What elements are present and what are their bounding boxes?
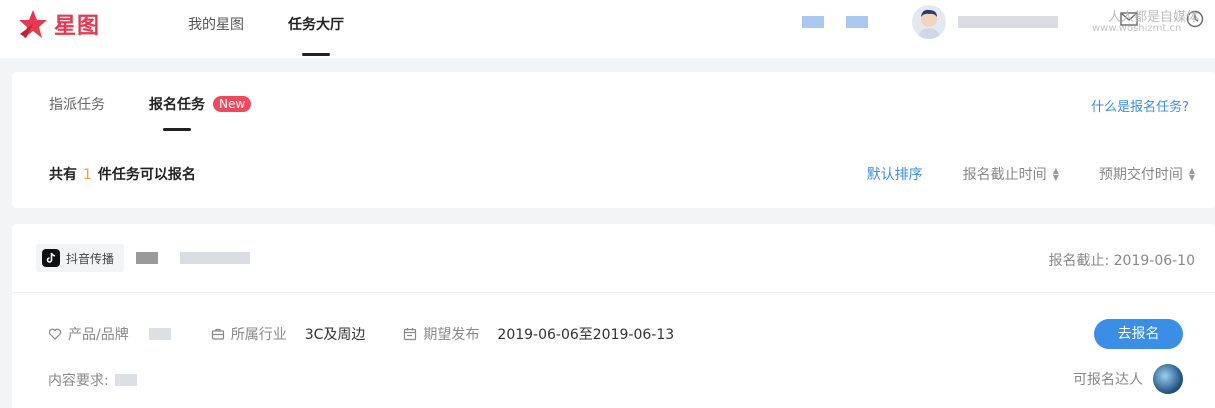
task-type-tabs: 指派任务 报名任务 New	[49, 94, 295, 131]
eligible-talents[interactable]: 可报名达人	[1073, 364, 1183, 394]
user-avatar-icon	[917, 9, 941, 39]
tab-assigned-tasks[interactable]: 指派任务	[49, 94, 105, 130]
sort-options: 默认排序 报名截止时间 ▲ ▼ 预期交付时间 ▲ ▼	[827, 164, 1195, 184]
product-brand-label: 产品/品牌	[48, 324, 129, 344]
meta-label-text: 所属行业	[230, 327, 287, 343]
publish-period-value: 2019-06-06至2019-06-13	[497, 327, 675, 343]
sort-arrows-icon: ▲ ▼	[1188, 166, 1195, 182]
task-count: 1	[83, 167, 92, 183]
redacted-product-value	[148, 328, 171, 340]
nav-task-hall[interactable]: 任务大厅	[288, 0, 344, 58]
redacted-task-title	[180, 252, 250, 264]
talent-avatar[interactable]	[1153, 364, 1183, 394]
industry-value: 3C及周边	[304, 327, 366, 343]
help-link[interactable]: 什么是报名任务?	[1091, 96, 1189, 115]
redacted-username[interactable]	[958, 16, 1058, 28]
summary-prefix: 共有	[49, 167, 77, 183]
sort-arrows-icon: ▲ ▼	[1052, 166, 1059, 182]
briefcase-icon	[211, 328, 224, 340]
sort-label: 预期交付时间	[1098, 167, 1183, 183]
platform-tag: 抖音传播	[36, 244, 125, 272]
watermark-url: www.woshizmt.cn	[1092, 23, 1182, 34]
sort-label: 默认排序	[866, 167, 923, 183]
signup-button[interactable]: 去报名	[1094, 319, 1183, 349]
tab-label: 指派任务	[49, 97, 105, 113]
tab-label: 报名任务	[149, 97, 205, 113]
redacted-header-link[interactable]	[802, 16, 824, 28]
industry-label: 所属行业	[211, 324, 287, 344]
logo-text: 星图	[54, 14, 101, 39]
douyin-icon	[42, 249, 60, 267]
new-badge: New	[213, 96, 252, 112]
divider	[12, 292, 1215, 293]
meta-label-text: 产品/品牌	[68, 327, 129, 343]
meta-label-text: 期望发布	[423, 327, 480, 343]
publish-period-label: 期望发布	[403, 324, 479, 344]
heart-icon	[48, 328, 62, 340]
summary-suffix: 件任务可以报名	[97, 167, 196, 183]
task-card[interactable]: 抖音传播 报名截止: 2019-06-10 产品/品牌 所属行业 3C及周边 期…	[12, 224, 1215, 408]
calendar-icon	[404, 328, 417, 341]
star-logo-icon	[19, 10, 47, 38]
content-requirement: 内容要求:	[48, 370, 137, 390]
top-navbar: 星图 我的星图 任务大厅 人人都是自媒体 www.woshizmt.cn	[0, 0, 1215, 58]
sort-delivery-time[interactable]: 预期交付时间 ▲ ▼	[1099, 164, 1195, 184]
signup-deadline: 报名截止: 2019-06-10	[1048, 253, 1195, 269]
main-nav: 我的星图 任务大厅	[188, 0, 388, 58]
eligible-talents-label: 可报名达人	[1073, 372, 1143, 388]
platform-label: 抖音传播	[66, 251, 115, 266]
sort-deadline[interactable]: 报名截止时间 ▲ ▼	[963, 164, 1059, 184]
task-filter-card: 指派任务 报名任务 New 什么是报名任务? 共有 1 件任务可以报名 默认排序 报名…	[12, 72, 1215, 208]
sort-label: 报名截止时间	[962, 167, 1047, 183]
redacted-task-title	[136, 252, 158, 264]
content-requirement-label: 内容要求:	[48, 373, 109, 389]
xingtu-logo[interactable]: 星图	[18, 8, 100, 40]
redacted-content-requirement	[114, 374, 137, 386]
task-meta-row: 产品/品牌 所属行业 3C及周边 期望发布 2019-06-06至2019-06…	[48, 324, 712, 344]
redacted-header-link[interactable]	[846, 16, 868, 28]
sort-default[interactable]: 默认排序	[867, 164, 923, 184]
task-count-summary: 共有 1 件任务可以报名	[49, 164, 196, 184]
nav-my-xingtu[interactable]: 我的星图	[188, 0, 244, 58]
tab-signup-tasks[interactable]: 报名任务 New	[149, 94, 252, 131]
user-avatar[interactable]	[912, 5, 946, 39]
